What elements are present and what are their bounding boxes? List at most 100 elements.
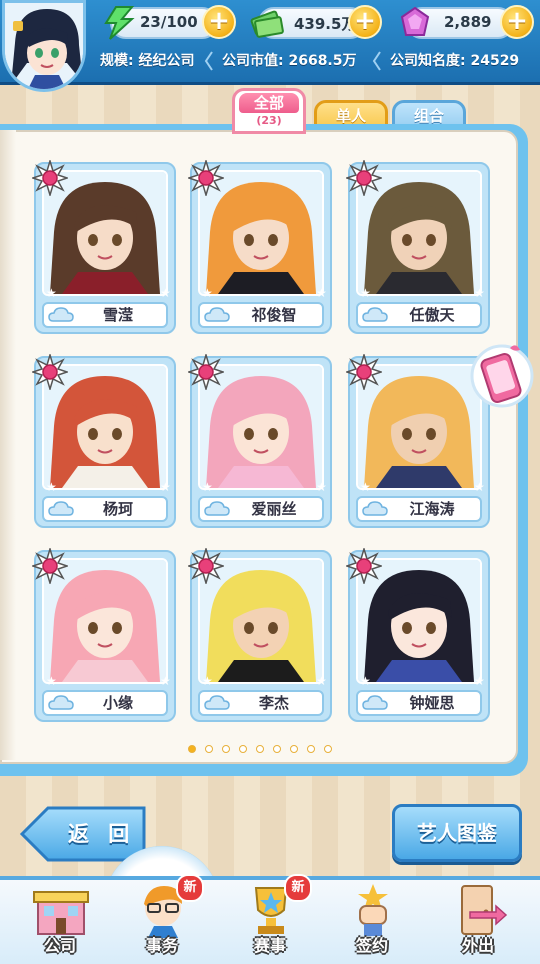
cloud-icon <box>362 501 388 516</box>
star-icon: ★ <box>360 480 371 494</box>
cloud-icon <box>48 695 74 710</box>
nav-item[interactable]: 外出 <box>428 876 528 960</box>
artist-name: 爱丽丝 <box>251 500 297 518</box>
rarity-badge-icon <box>188 160 224 196</box>
company-fame: 公司知名度: 24529 <box>390 53 520 69</box>
gem-value: 2,889 <box>444 13 492 31</box>
artist-dex-button[interactable]: 艺人图鉴 <box>392 804 522 862</box>
cloud-icon <box>362 307 388 322</box>
artist-name-bar: 爱丽丝 <box>198 496 324 522</box>
star-icon: ★ <box>202 674 213 688</box>
artist-card[interactable]: ★ ★ 小缘 <box>32 548 176 722</box>
page-dot[interactable] <box>290 745 298 753</box>
gem-icon <box>400 6 430 36</box>
star-icon: ★ <box>46 286 57 300</box>
tab-all-count: (23) <box>256 114 282 127</box>
nav-item-label: 外出 <box>461 936 494 955</box>
artist-card[interactable]: ★ ★ 杨珂 <box>32 354 176 528</box>
nav-item-label: 事务 <box>145 936 178 955</box>
cloud-icon <box>204 307 230 322</box>
star-icon: ★ <box>474 480 485 494</box>
star-icon: ★ <box>316 674 327 688</box>
artist-card[interactable]: ★ ★ 祁俊智 <box>188 160 332 334</box>
star-icon: ★ <box>360 286 371 300</box>
artist-card[interactable]: ★ ★ 爱丽丝 <box>188 354 332 528</box>
new-badge: 新 <box>284 874 312 902</box>
company-scale: 规模: 经纪公司 <box>100 53 195 69</box>
company-market-value: 公司市值: 2668.5万 <box>222 53 357 69</box>
rarity-badge-icon <box>32 354 68 390</box>
page-dot[interactable] <box>256 745 264 753</box>
contract-fist-icon <box>358 884 388 936</box>
nav-item-label: 公司 <box>43 936 76 955</box>
artist-name: 祁俊智 <box>251 306 297 324</box>
player-portrait <box>5 3 83 89</box>
door-exit-icon <box>461 885 508 935</box>
add-gem-button[interactable]: + <box>500 5 534 39</box>
artist-card[interactable]: ★ ★ 任傲天 <box>346 160 490 334</box>
back-button[interactable]: 返 回 <box>18 806 148 862</box>
cloud-icon <box>48 501 74 516</box>
nav-item-label: 签约 <box>355 936 388 955</box>
page-dot[interactable] <box>273 745 281 753</box>
tab-all-label: 全部 <box>239 93 299 113</box>
energy-value: 23/100 <box>140 13 198 31</box>
rarity-badge-icon <box>32 548 68 584</box>
cloud-icon <box>204 695 230 710</box>
star-icon: ★ <box>316 286 327 300</box>
new-badge: 新 <box>176 874 204 902</box>
gem-counter: 2,889 <box>400 6 514 39</box>
book-spine <box>0 130 16 760</box>
star-icon: ★ <box>46 480 57 494</box>
artist-name: 李杰 <box>258 694 289 712</box>
artist-name-bar: 江海涛 <box>356 496 482 522</box>
cash-icon <box>250 10 284 38</box>
rarity-badge-icon <box>188 354 224 390</box>
cloud-icon <box>48 307 74 322</box>
rarity-badge-icon <box>346 548 382 584</box>
artist-name-bar: 祁俊智 <box>198 302 324 328</box>
star-icon: ★ <box>46 674 57 688</box>
lightning-icon <box>104 6 135 40</box>
rarity-badge-icon <box>32 160 68 196</box>
star-icon: ★ <box>202 286 213 300</box>
player-avatar[interactable] <box>2 0 86 92</box>
star-icon: ★ <box>316 480 327 494</box>
artist-name: 钟娅思 <box>409 694 455 712</box>
artist-card[interactable]: ★ ★ 钟娅思 <box>346 548 490 722</box>
cloud-icon <box>362 695 388 710</box>
add-energy-button[interactable]: + <box>202 5 236 39</box>
page-dot[interactable] <box>222 745 230 753</box>
artist-card[interactable]: ★ ★ 江海涛 <box>346 354 490 528</box>
chevron-left-icon <box>204 51 213 71</box>
page-dot[interactable] <box>188 745 196 753</box>
cloud-icon <box>204 501 230 516</box>
phone-icon[interactable] <box>470 340 534 410</box>
star-icon: ★ <box>160 286 171 300</box>
page-dot[interactable] <box>324 745 332 753</box>
nav-item[interactable]: 公司 <box>10 876 110 960</box>
page-dot[interactable] <box>205 745 213 753</box>
star-icon: ★ <box>202 480 213 494</box>
tab-group-label: 组合 <box>413 107 444 125</box>
artist-dex-label: 艺人图鉴 <box>417 821 497 845</box>
artist-name-bar: 小缘 <box>42 690 168 716</box>
company-building-icon <box>33 891 89 935</box>
nav-item-label: 赛事 <box>253 936 286 955</box>
page-dot[interactable] <box>307 745 315 753</box>
artist-card[interactable]: ★ ★ 雪滢 <box>32 160 176 334</box>
artist-name: 雪滢 <box>102 306 133 324</box>
add-money-button[interactable]: + <box>348 5 382 39</box>
artist-name: 任傲天 <box>409 306 455 324</box>
star-icon: ★ <box>474 286 485 300</box>
star-icon: ★ <box>160 480 171 494</box>
nav-item[interactable]: 赛事 新 <box>220 874 320 960</box>
back-button-label: 返 回 <box>68 822 136 846</box>
tab-all[interactable]: 全部 (23) <box>232 88 306 134</box>
artist-name: 小缘 <box>102 694 133 712</box>
nav-item[interactable]: 签约 <box>322 876 422 960</box>
star-icon: ★ <box>474 674 485 688</box>
page-dot[interactable] <box>239 745 247 753</box>
nav-item[interactable]: 事务 新 <box>112 874 212 960</box>
artist-card[interactable]: ★ ★ 李杰 <box>188 548 332 722</box>
